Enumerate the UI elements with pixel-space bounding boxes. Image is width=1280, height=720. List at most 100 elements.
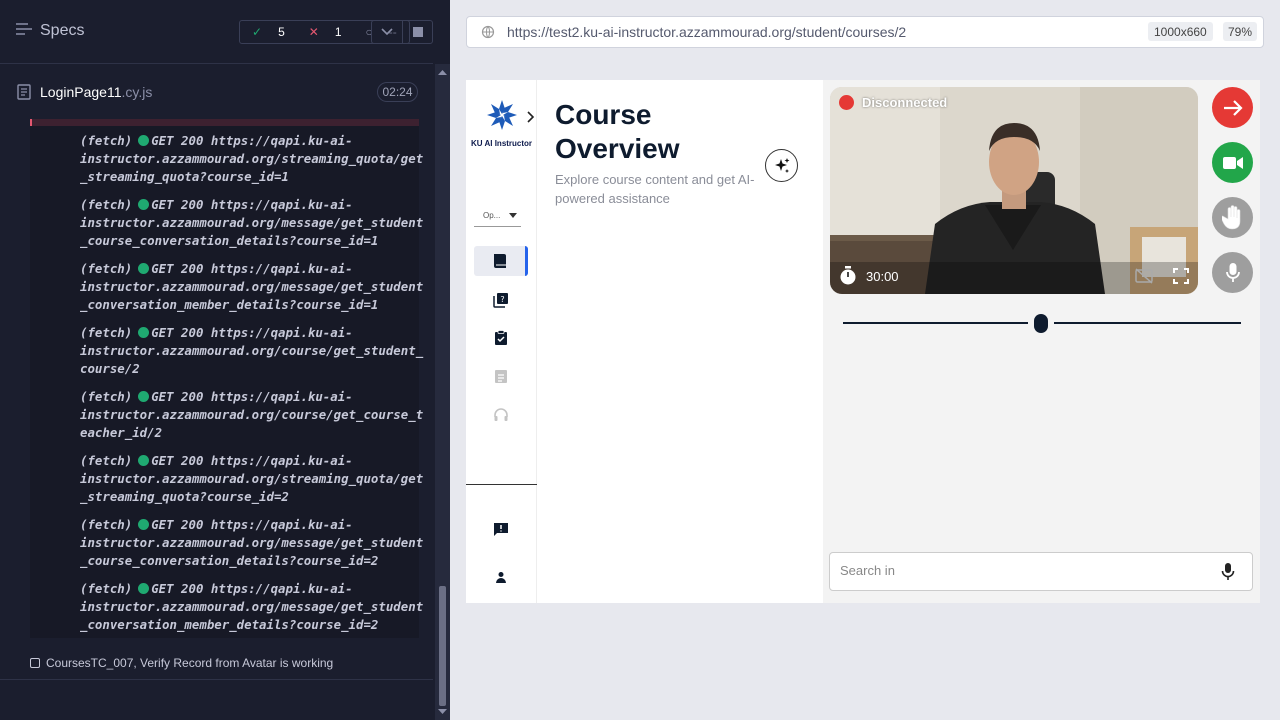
status-dot-icon <box>138 327 150 338</box>
course-select-value: Op... <box>483 211 501 220</box>
status-dot-icon <box>138 519 150 530</box>
x-icon: ✕ <box>308 25 319 39</box>
collapse-button[interactable] <box>371 20 403 44</box>
log-entry-line: _conversation_member_details?course_id=1 <box>80 297 379 312</box>
test-title: CoursesTC_007, Verify Record from Avatar… <box>46 656 334 670</box>
log-entry[interactable]: (fetch) GET 200 https://qapi.ku-ai- instr… <box>80 196 423 250</box>
nav-profile[interactable] <box>474 562 528 592</box>
connection-status: Disconnected <box>839 95 947 110</box>
user-icon <box>496 572 506 583</box>
stop-icon <box>412 27 423 37</box>
mic-button[interactable] <box>1212 252 1253 293</box>
nav-assignments[interactable] <box>474 323 528 353</box>
log-entry-line: GET 200 https://qapi.ku-ai- <box>151 581 353 596</box>
status-dot-icon <box>138 199 150 210</box>
log-entry[interactable]: (fetch) GET 200 https://qapi.ku-ai- instr… <box>80 260 423 314</box>
spec-file-name[interactable]: LoginPage11.cy.js <box>40 84 152 100</box>
microphone-icon <box>1221 563 1235 580</box>
nav-support[interactable] <box>474 400 528 430</box>
clipboard-check-icon <box>495 330 507 345</box>
svg-text:?: ? <box>500 295 504 304</box>
page-subtitle: Explore course content and get AI-powere… <box>555 172 755 206</box>
fullscreen-icon <box>1173 268 1189 284</box>
log-entry-line: instructor.azzammourad.org/message/get_s… <box>80 599 424 614</box>
logo-icon <box>485 98 519 132</box>
log-entry-type: (fetch) <box>80 197 133 212</box>
passed-count: ✓ 5 <box>240 25 297 39</box>
avatar-video[interactable] <box>830 87 1198 294</box>
volume-slider-handle[interactable] <box>1034 314 1048 333</box>
scroll-down-icon <box>438 709 447 714</box>
log-entry-type: (fetch) <box>80 581 133 596</box>
captions-off-button[interactable] <box>1135 268 1153 289</box>
log-entry-type: (fetch) <box>80 133 133 148</box>
course-select[interactable]: Op... <box>474 205 521 227</box>
ai-assist-button[interactable] <box>765 149 798 182</box>
exit-session-button[interactable] <box>1212 87 1253 128</box>
test-item[interactable]: CoursesTC_007, Verify Record from Avatar… <box>30 656 333 670</box>
sparkle-icon <box>774 157 789 173</box>
log-entry[interactable]: (fetch) GET 200 https://qapi.ku-ai- instr… <box>80 516 423 570</box>
video-camera-icon <box>1222 156 1243 169</box>
log-entry[interactable]: (fetch) GET 200 https://qapi.ku-ai- instr… <box>80 132 423 186</box>
scrollbar-thumb[interactable] <box>439 586 446 706</box>
log-entry[interactable]: (fetch) GET 200 https://qapi.ku-ai- instr… <box>80 324 423 378</box>
log-entry-line: instructor.azzammourad.org/streaming_quo… <box>80 151 424 166</box>
caret-down-icon <box>509 211 517 220</box>
book-icon <box>493 254 506 268</box>
log-entry[interactable]: (fetch) GET 200 https://qapi.ku-ai- instr… <box>80 452 423 506</box>
quiz-icon: ? <box>493 293 508 308</box>
check-icon: ✓ <box>252 25 263 39</box>
zoom-level: 79% <box>1223 22 1258 41</box>
specs-button[interactable]: Specs <box>16 22 84 40</box>
fullscreen-button[interactable] <box>1173 268 1189 289</box>
nav-course-overview[interactable] <box>474 246 528 276</box>
log-entry-line: GET 200 https://qapi.ku-ai- <box>151 517 353 532</box>
avatar-video-frame <box>830 87 1198 294</box>
log-entry-line: instructor.azzammourad.org/message/get_s… <box>80 535 424 550</box>
file-icon <box>17 84 31 105</box>
url-text: https://test2.ku-ai-instructor.azzammour… <box>507 24 907 40</box>
connection-status-label: Disconnected <box>862 95 948 110</box>
log-entry-line: instructor.azzammourad.org/streaming_quo… <box>80 471 424 486</box>
log-entry-type: (fetch) <box>80 325 133 340</box>
nav-feedback[interactable] <box>474 514 528 544</box>
stop-button[interactable] <box>402 20 433 44</box>
captions-off-icon <box>1135 268 1153 284</box>
clipboard-icon <box>495 370 507 383</box>
search-input[interactable] <box>840 563 1200 578</box>
viewport-size: 1000x660 <box>1148 22 1213 41</box>
test-status-icon <box>30 658 40 668</box>
nav-notes[interactable] <box>474 361 528 391</box>
status-dot-icon <box>138 135 150 146</box>
log-entry-line: GET 200 https://qapi.ku-ai- <box>151 389 353 404</box>
log-entry-line: _streaming_quota?course_id=2 <box>80 489 289 504</box>
log-entry-type: (fetch) <box>80 261 133 276</box>
log-entry-line: course/2 <box>80 361 140 376</box>
status-dot-icon <box>138 391 150 402</box>
failed-marker <box>30 119 419 126</box>
log-entry-line: GET 200 https://qapi.ku-ai- <box>151 453 353 468</box>
arrow-right-icon <box>1223 99 1243 116</box>
log-entry-type: (fetch) <box>80 389 133 404</box>
log-entry-line: GET 200 https://qapi.ku-ai- <box>151 133 353 148</box>
log-entry-line: _course_conversation_details?course_id=1 <box>80 233 379 248</box>
log-entry-type: (fetch) <box>80 517 133 532</box>
log-entry-line: eacher_id/2 <box>80 425 163 440</box>
chevron-down-icon <box>381 28 393 36</box>
log-entry-line: instructor.azzammourad.org/course/get_st… <box>80 343 424 358</box>
log-entry-line: instructor.azzammourad.org/message/get_s… <box>80 279 424 294</box>
status-dot-icon <box>138 455 150 466</box>
log-entry[interactable]: (fetch) GET 200 https://qapi.ku-ai- instr… <box>80 388 423 442</box>
raise-hand-button[interactable] <box>1212 197 1253 238</box>
nav-quiz[interactable]: ? <box>474 285 528 315</box>
hand-icon <box>1221 204 1240 229</box>
log-entry[interactable]: (fetch) GET 200 https://qapi.ku-ai- instr… <box>80 580 423 634</box>
duration-badge: 02:24 <box>377 82 418 102</box>
divider <box>0 679 433 680</box>
log-entry-line: GET 200 https://qapi.ku-ai- <box>151 325 353 340</box>
camera-button[interactable] <box>1212 142 1253 183</box>
voice-search-button[interactable] <box>1221 563 1235 586</box>
microphone-icon <box>1225 262 1240 282</box>
sidebar-expand-button[interactable] <box>526 110 536 128</box>
